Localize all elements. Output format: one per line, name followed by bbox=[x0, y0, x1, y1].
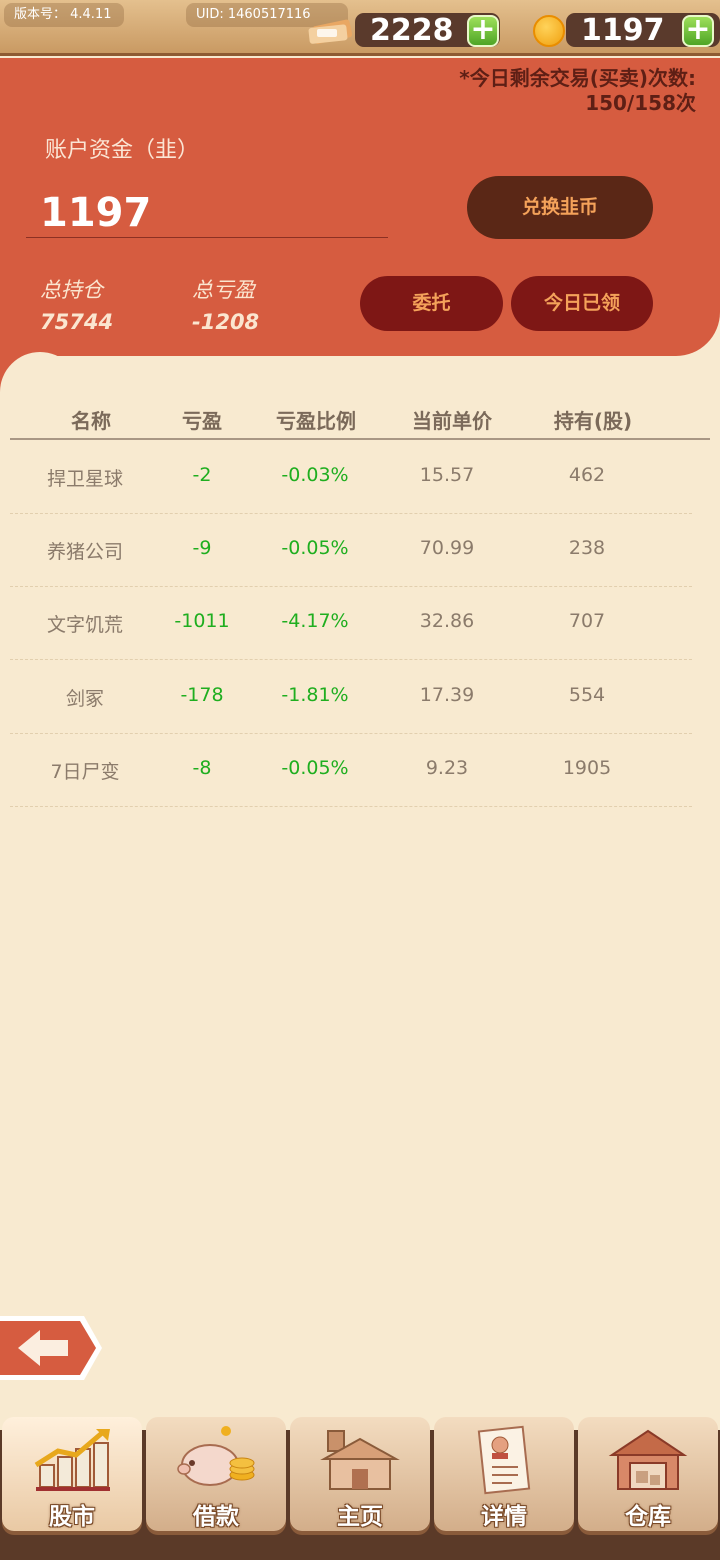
balance-label: 账户资金（韭） bbox=[45, 138, 200, 163]
stock-name: 7日尸变 bbox=[50, 761, 120, 783]
add-coins-button[interactable]: + bbox=[682, 15, 714, 47]
stock-price: 9.23 bbox=[425, 757, 469, 779]
total-position-label: 总持仓 bbox=[40, 278, 103, 302]
panel-curve-decoration bbox=[0, 352, 80, 432]
total-pl-label: 总亏盈 bbox=[192, 278, 255, 302]
stock-pl-ratio: -0.05% bbox=[281, 537, 349, 559]
stock-pl-ratio: -0.03% bbox=[281, 464, 349, 486]
col-name-header: 名称 bbox=[71, 409, 111, 433]
stock-price: 15.57 bbox=[419, 464, 475, 486]
stock-chart-icon bbox=[34, 1429, 110, 1491]
stock-pl: -9 bbox=[192, 537, 212, 559]
nav-label: 借款 bbox=[193, 1504, 239, 1530]
nav-warehouse[interactable]: 仓库 bbox=[578, 1417, 718, 1531]
add-tickets-button[interactable]: + bbox=[467, 15, 499, 47]
stock-held: 238 bbox=[568, 537, 606, 559]
stock-pl: -1011 bbox=[174, 610, 230, 632]
total-position: 总持仓 75744 bbox=[40, 274, 113, 334]
col-pl-header: 亏盈 bbox=[182, 409, 222, 433]
claimed-today-button[interactable]: 今日已领 bbox=[511, 276, 653, 331]
stock-price: 17.39 bbox=[419, 684, 475, 706]
profile-document-icon bbox=[477, 1425, 531, 1495]
col-ratio-header: 亏盈比例 bbox=[276, 409, 356, 433]
stock-pl: -178 bbox=[180, 684, 224, 706]
table-row[interactable]: 7日尸变 -8 -0.05% 9.23 1905 bbox=[10, 733, 692, 807]
table-row[interactable]: 剑冢 -178 -1.81% 17.39 554 bbox=[10, 660, 692, 734]
nav-stock-market[interactable]: 股市 bbox=[2, 1417, 142, 1531]
balance-value: 1197 bbox=[40, 190, 152, 236]
stock-pl-ratio: -1.81% bbox=[281, 684, 349, 706]
stock-name: 文字饥荒 bbox=[46, 614, 124, 636]
total-profit-loss: 总亏盈 -1208 bbox=[192, 274, 259, 334]
table-row[interactable]: 捍卫星球 -2 -0.03% 15.57 462 bbox=[10, 440, 692, 514]
col-price-header: 当前单价 bbox=[412, 409, 492, 433]
entrust-button[interactable]: 委托 bbox=[360, 276, 503, 331]
nav-home[interactable]: 主页 bbox=[290, 1417, 430, 1531]
balance-underline bbox=[26, 237, 388, 238]
stock-name: 捍卫星球 bbox=[46, 468, 124, 490]
stock-held: 462 bbox=[568, 464, 606, 486]
nav-loan[interactable]: 借款 bbox=[146, 1417, 286, 1531]
nav-label: 股市 bbox=[49, 1504, 95, 1530]
trade-remaining-count: 150/158次 bbox=[585, 91, 696, 115]
warehouse-icon bbox=[608, 1429, 688, 1490]
stock-price: 32.86 bbox=[419, 610, 475, 632]
home-icon bbox=[320, 1430, 400, 1490]
stock-pl: -2 bbox=[192, 464, 212, 486]
trade-remaining-text: *今日剩余交易(买卖)次数: 150/158次 bbox=[366, 66, 696, 116]
trade-remaining-label: *今日剩余交易(买卖)次数: bbox=[459, 66, 696, 90]
stock-name: 剑冢 bbox=[65, 688, 105, 710]
back-arrow-button[interactable] bbox=[0, 1312, 104, 1384]
table-row[interactable]: 养猪公司 -9 -0.05% 70.99 238 bbox=[10, 513, 692, 587]
total-position-value: 75744 bbox=[40, 310, 114, 334]
stock-pl-ratio: -0.05% bbox=[281, 757, 349, 779]
top-bar: 版本号： 4.4.11 UID: 1460517116 2228 + 1197 … bbox=[0, 0, 720, 56]
stock-held: 1905 bbox=[562, 757, 612, 779]
stock-pl: -8 bbox=[192, 757, 212, 779]
exchange-coins-button[interactable]: 兑换韭币 bbox=[467, 176, 653, 239]
stock-price: 70.99 bbox=[419, 537, 475, 559]
total-pl-value: -1208 bbox=[192, 310, 260, 334]
stock-held: 707 bbox=[568, 610, 606, 632]
holdings-table-header: 名称 亏盈 亏盈比例 当前单价 持有(股) bbox=[10, 400, 710, 440]
coin-icon bbox=[533, 15, 565, 47]
nav-label: 主页 bbox=[337, 1504, 383, 1530]
col-held-header: 持有(股) bbox=[553, 409, 633, 433]
nav-label: 详情 bbox=[481, 1504, 527, 1530]
ticket-icon bbox=[308, 19, 353, 44]
stock-pl-ratio: -4.17% bbox=[281, 610, 349, 632]
nav-details[interactable]: 详情 bbox=[434, 1417, 574, 1531]
table-row[interactable]: 文字饥荒 -1011 -4.17% 32.86 707 bbox=[10, 586, 692, 660]
stock-held: 554 bbox=[568, 684, 606, 706]
piggy-bank-icon bbox=[177, 1426, 255, 1486]
version-label: 版本号： 4.4.11 bbox=[4, 3, 124, 27]
stock-name: 养猪公司 bbox=[46, 541, 124, 563]
nav-label: 仓库 bbox=[625, 1504, 671, 1530]
